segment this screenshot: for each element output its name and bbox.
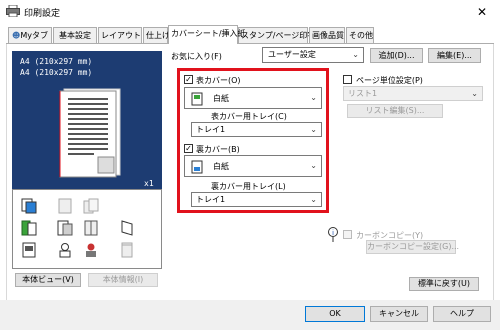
copy-icon[interactable] [21, 198, 37, 214]
chevron-down-icon: ⌄ [471, 89, 478, 98]
carbon-copy-checkbox[interactable] [343, 230, 352, 239]
highlight-box [177, 68, 329, 213]
carbon-copy-settings-button[interactable]: カーボンコピー設定(G)... [366, 240, 459, 254]
favorites-select[interactable]: ユーザー設定 ⌄ [262, 47, 364, 63]
preview-copies: x1 [144, 179, 154, 188]
tab-basic[interactable]: 基本設定 [53, 27, 97, 43]
help-button[interactable]: ヘルプ [433, 306, 491, 322]
favorites-add-button[interactable]: 追加(D)... [370, 48, 423, 63]
booklet-icon[interactable] [83, 220, 99, 236]
cancel-button[interactable]: キャンセル [370, 306, 428, 322]
binding-icon[interactable] [119, 242, 135, 258]
tab-finishing[interactable]: 仕上げ [143, 27, 170, 43]
tab-layout[interactable]: レイアウト [98, 27, 142, 43]
chapter-icon[interactable] [119, 220, 135, 236]
printer-icon [6, 4, 20, 18]
favorites-edit-button[interactable]: 編集(E)... [428, 48, 481, 63]
favorites-value: ユーザー設定 [268, 50, 316, 59]
tab-label: Myタブ [20, 31, 48, 40]
duplex-icon[interactable] [83, 198, 99, 214]
page-unit-checkbox[interactable] [343, 75, 352, 84]
account-track-icon[interactable] [83, 242, 99, 258]
preview-paper-size: A4 (210x297 mm) [20, 57, 93, 66]
tab-cover-sheet[interactable]: カバーシート/挿入紙 [168, 25, 246, 44]
list-edit-button[interactable]: リスト編集(S)... [347, 104, 443, 118]
preview-page-icon [54, 87, 124, 179]
tab-label: その他 [349, 31, 373, 40]
page-unit-label: ページ単位設定(P) [356, 76, 423, 85]
title-bar: 印刷設定 ✕ [0, 0, 500, 24]
page-unit-list-value: リスト1 [348, 89, 378, 98]
user-auth-icon[interactable] [57, 242, 73, 258]
device-icon-grid [12, 189, 162, 269]
close-icon[interactable]: ✕ [474, 4, 490, 20]
page-unit-list-select[interactable]: リスト1 ⌄ [343, 86, 483, 101]
print-preview: A4 (210x297 mm) A4 (210x297 mm) x1 [12, 51, 162, 189]
tab-label: 仕上げ [146, 31, 170, 40]
cover-sheet-icon[interactable] [21, 220, 37, 236]
tab-stamp[interactable]: スタンプ/ページ印字 [238, 27, 315, 43]
favorites-label: お気に入り(F) [171, 52, 222, 61]
tab-label: 画像品質 [312, 31, 344, 40]
stamp-icon[interactable] [21, 242, 37, 258]
reset-defaults-button[interactable]: 標準に戻す(U) [409, 277, 479, 291]
info-icon: i [327, 227, 339, 243]
tab-label: レイアウト [101, 31, 141, 40]
device-info-button[interactable]: 本体情報(I) [88, 273, 158, 287]
tab-image-quality[interactable]: 画像品質 [309, 27, 345, 43]
chevron-down-icon: ⌄ [352, 50, 359, 59]
device-view-button[interactable]: 本体ビュー(V) [15, 273, 81, 287]
tab-label: カバーシート/挿入紙 [171, 29, 246, 38]
window-title: 印刷設定 [24, 9, 61, 19]
preview-output-size: A4 (210x297 mm) [20, 68, 93, 77]
tab-label: 基本設定 [59, 31, 91, 40]
tab-mytab[interactable]: ☻Myタブ [8, 27, 52, 43]
tab-label: スタンプ/ページ印字 [241, 31, 316, 40]
page-icon[interactable] [57, 198, 73, 214]
tab-other[interactable]: その他 [346, 27, 374, 43]
ok-button[interactable]: OK [305, 306, 365, 322]
insert-sheet-icon[interactable] [57, 220, 73, 236]
